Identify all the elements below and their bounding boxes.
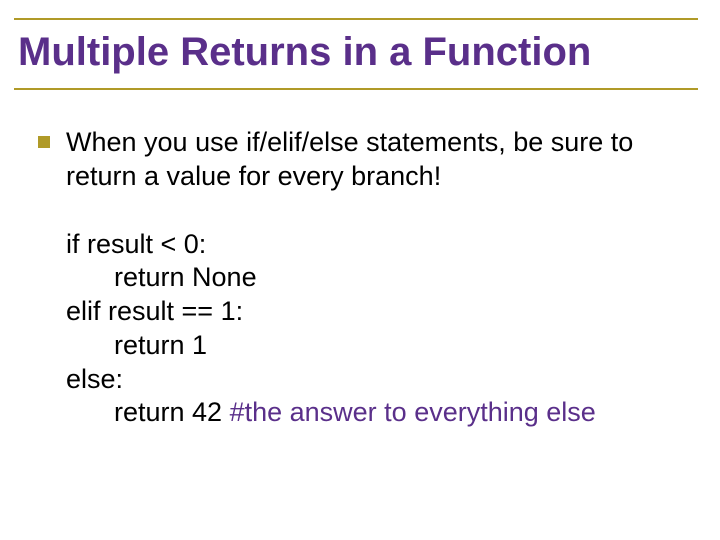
code-block: if result < 0: return None elif result =… — [66, 228, 680, 431]
code-comment: #the answer to everything else — [230, 397, 596, 427]
square-bullet-icon — [38, 136, 50, 148]
code-line: return 1 — [66, 329, 680, 363]
title-container: Multiple Returns in a Function — [14, 18, 698, 90]
bullet-text: When you use if/elif/else statements, be… — [66, 126, 680, 194]
code-line: elif result == 1: — [66, 295, 680, 329]
code-line: if result < 0: — [66, 228, 680, 262]
bullet-item: When you use if/elif/else statements, be… — [38, 126, 680, 194]
slide-body: When you use if/elif/else statements, be… — [10, 90, 710, 430]
code-line: return 42 #the answer to everything else — [66, 396, 680, 430]
code-line: else: — [66, 363, 680, 397]
slide: Multiple Returns in a Function When you … — [0, 0, 720, 540]
code-line: return None — [66, 261, 680, 295]
code-text: return 42 — [114, 397, 230, 427]
slide-title: Multiple Returns in a Function — [18, 30, 698, 74]
